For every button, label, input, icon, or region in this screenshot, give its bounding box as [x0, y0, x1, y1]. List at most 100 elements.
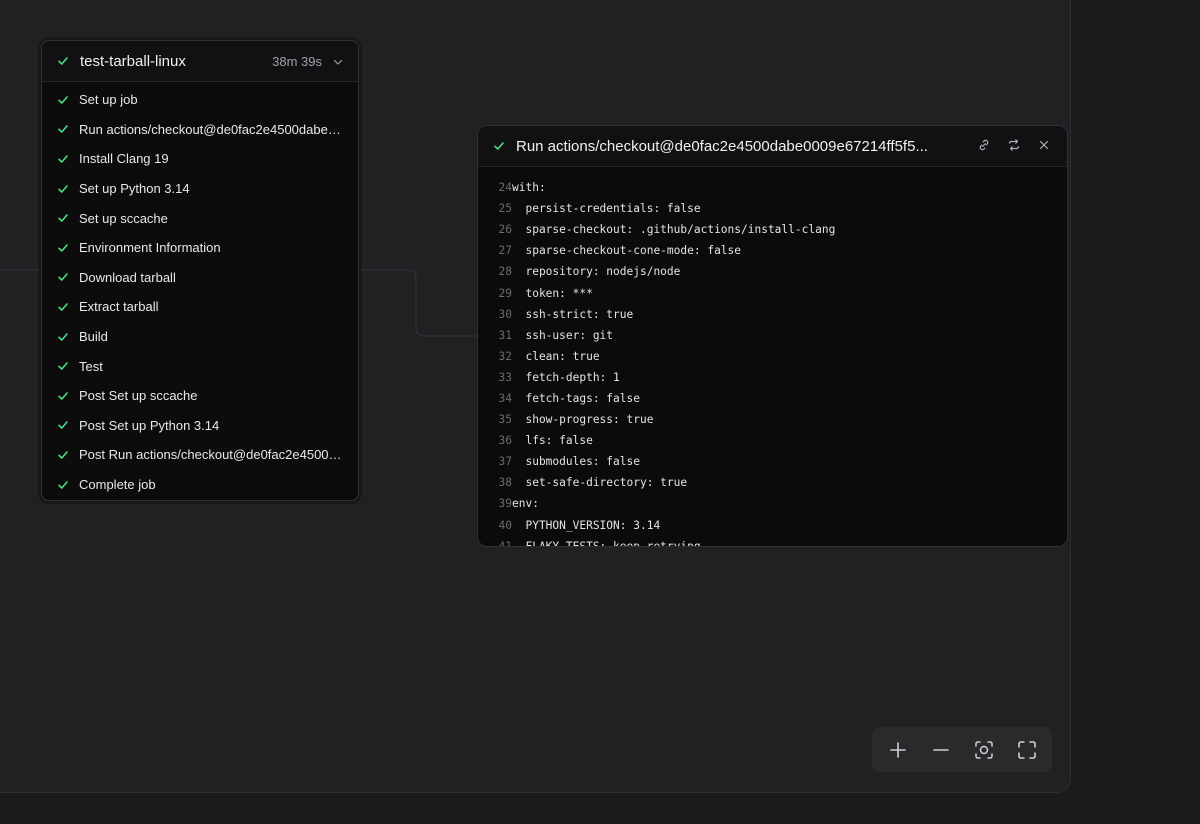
step-list: Set up job Run actions/checkout@de0fac2e4…: [42, 82, 358, 499]
line-number: 39: [498, 497, 512, 511]
line-number: 29: [498, 286, 512, 300]
log-line: 38 set-safe-directory: true: [478, 472, 1067, 493]
line-number: 41: [498, 539, 512, 547]
line-text: token: ***: [512, 286, 593, 300]
line-number: 40: [498, 518, 512, 532]
line-text: fetch-depth: 1: [512, 370, 620, 384]
check-icon: [56, 182, 70, 196]
line-text: with:: [512, 181, 546, 195]
step-item[interactable]: Install Clang 19: [42, 144, 358, 174]
job-card: test-tarball-linux 38m 39s Set up job Run…: [41, 40, 359, 501]
log-header: Run actions/checkout@de0fac2e4500dabe000…: [478, 126, 1067, 167]
step-label: Test: [79, 358, 103, 374]
log-title: Run actions/checkout@de0fac2e4500dabe000…: [516, 137, 928, 155]
step-log-panel: Run actions/checkout@de0fac2e4500dabe000…: [477, 125, 1068, 547]
log-line: 39 env:: [478, 493, 1067, 514]
step-item[interactable]: Download tarball: [42, 263, 358, 293]
job-duration: 38m 39s: [272, 53, 322, 69]
refresh-icon[interactable]: [1007, 138, 1023, 154]
line-text: ssh-strict: true: [512, 307, 634, 321]
line-number: 24: [498, 181, 512, 195]
chevron-down-icon[interactable]: [332, 55, 344, 67]
line-number: 28: [498, 265, 512, 279]
line-text: show-progress: true: [512, 413, 654, 427]
log-line: 29 token: ***: [478, 282, 1067, 303]
log-body: 24 with: 25 persist-credentials: false 26 …: [478, 167, 1067, 547]
log-line: 36 lfs: false: [478, 430, 1067, 451]
log-line: 37 submodules: false: [478, 451, 1067, 472]
workflow-canvas: test-tarball-linux 38m 39s Set up job Run…: [0, 0, 1071, 793]
step-item[interactable]: Run actions/checkout@de0fac2e4500dabe000…: [42, 115, 358, 145]
line-text: FLAKY_TESTS: keep_retrying: [512, 539, 701, 547]
line-number: 26: [498, 223, 512, 237]
step-label: Post Set up Python 3.14: [79, 417, 220, 433]
step-item[interactable]: Complete job: [42, 470, 358, 500]
fullscreen-icon[interactable]: [1012, 735, 1042, 765]
check-icon: [56, 211, 70, 225]
check-icon: [56, 448, 70, 462]
check-icon: [56, 270, 70, 284]
line-text: set-safe-directory: true: [512, 476, 688, 490]
log-line: 25 persist-credentials: false: [478, 198, 1067, 219]
log-line: 34 fetch-tags: false: [478, 388, 1067, 409]
check-icon: [56, 418, 70, 432]
log-line: 33 fetch-depth: 1: [478, 367, 1067, 388]
zoom-controls: [872, 727, 1052, 772]
line-text: persist-credentials: false: [512, 202, 701, 216]
job-header[interactable]: test-tarball-linux 38m 39s: [42, 41, 358, 82]
check-icon: [56, 359, 70, 373]
step-item[interactable]: Build: [42, 322, 358, 352]
check-icon: [492, 139, 506, 153]
line-number: 32: [498, 349, 512, 363]
step-item[interactable]: Set up job: [42, 85, 358, 115]
check-icon: [56, 152, 70, 166]
plus-icon[interactable]: [883, 735, 913, 765]
step-item[interactable]: Extract tarball: [42, 292, 358, 322]
line-number: 36: [498, 434, 512, 448]
line-text: env:: [512, 497, 539, 511]
log-line: 32 clean: true: [478, 346, 1067, 367]
line-text: ssh-user: git: [512, 328, 614, 342]
log-line: 30 ssh-strict: true: [478, 304, 1067, 325]
step-label: Set up job: [79, 92, 138, 108]
step-item[interactable]: Post Run actions/checkout@de0fac2e4500da…: [42, 440, 358, 470]
job-name: test-tarball-linux: [80, 52, 186, 70]
line-number: 34: [498, 391, 512, 405]
line-number: 33: [498, 370, 512, 384]
step-label: Build: [79, 329, 108, 345]
step-label: Set up sccache: [79, 210, 168, 226]
minus-icon[interactable]: [926, 735, 956, 765]
check-icon: [56, 389, 70, 403]
step-item[interactable]: Set up sccache: [42, 203, 358, 233]
line-text: sparse-checkout-cone-mode: false: [512, 244, 742, 258]
line-text: repository: nodejs/node: [512, 265, 681, 279]
log-line: 28 repository: nodejs/node: [478, 261, 1067, 282]
check-icon: [56, 122, 70, 136]
check-icon: [56, 241, 70, 255]
step-label: Complete job: [79, 477, 156, 493]
check-icon: [56, 330, 70, 344]
line-number: 27: [498, 244, 512, 258]
fit-view-icon[interactable]: [969, 735, 999, 765]
line-number: 37: [498, 455, 512, 469]
check-icon: [56, 300, 70, 314]
step-item[interactable]: Post Set up sccache: [42, 381, 358, 411]
step-label: Post Run actions/checkout@de0fac2e4500da…: [79, 447, 344, 463]
step-label: Environment Information: [79, 240, 221, 256]
close-icon[interactable]: [1037, 138, 1053, 154]
check-icon: [56, 478, 70, 492]
step-label: Download tarball: [79, 269, 176, 285]
log-line: 41 FLAKY_TESTS: keep_retrying: [478, 536, 1067, 547]
line-text: PYTHON_VERSION: 3.14: [512, 518, 661, 532]
log-line: 40 PYTHON_VERSION: 3.14: [478, 515, 1067, 536]
line-number: 25: [498, 202, 512, 216]
log-line: 31 ssh-user: git: [478, 325, 1067, 346]
step-item[interactable]: Test: [42, 351, 358, 381]
step-item[interactable]: Set up Python 3.14: [42, 174, 358, 204]
link-icon[interactable]: [977, 138, 993, 154]
line-number: 30: [498, 307, 512, 321]
step-item[interactable]: Post Set up Python 3.14: [42, 411, 358, 441]
log-line: 24 with:: [478, 177, 1067, 198]
step-item[interactable]: Environment Information: [42, 233, 358, 263]
line-text: lfs: false: [512, 434, 593, 448]
